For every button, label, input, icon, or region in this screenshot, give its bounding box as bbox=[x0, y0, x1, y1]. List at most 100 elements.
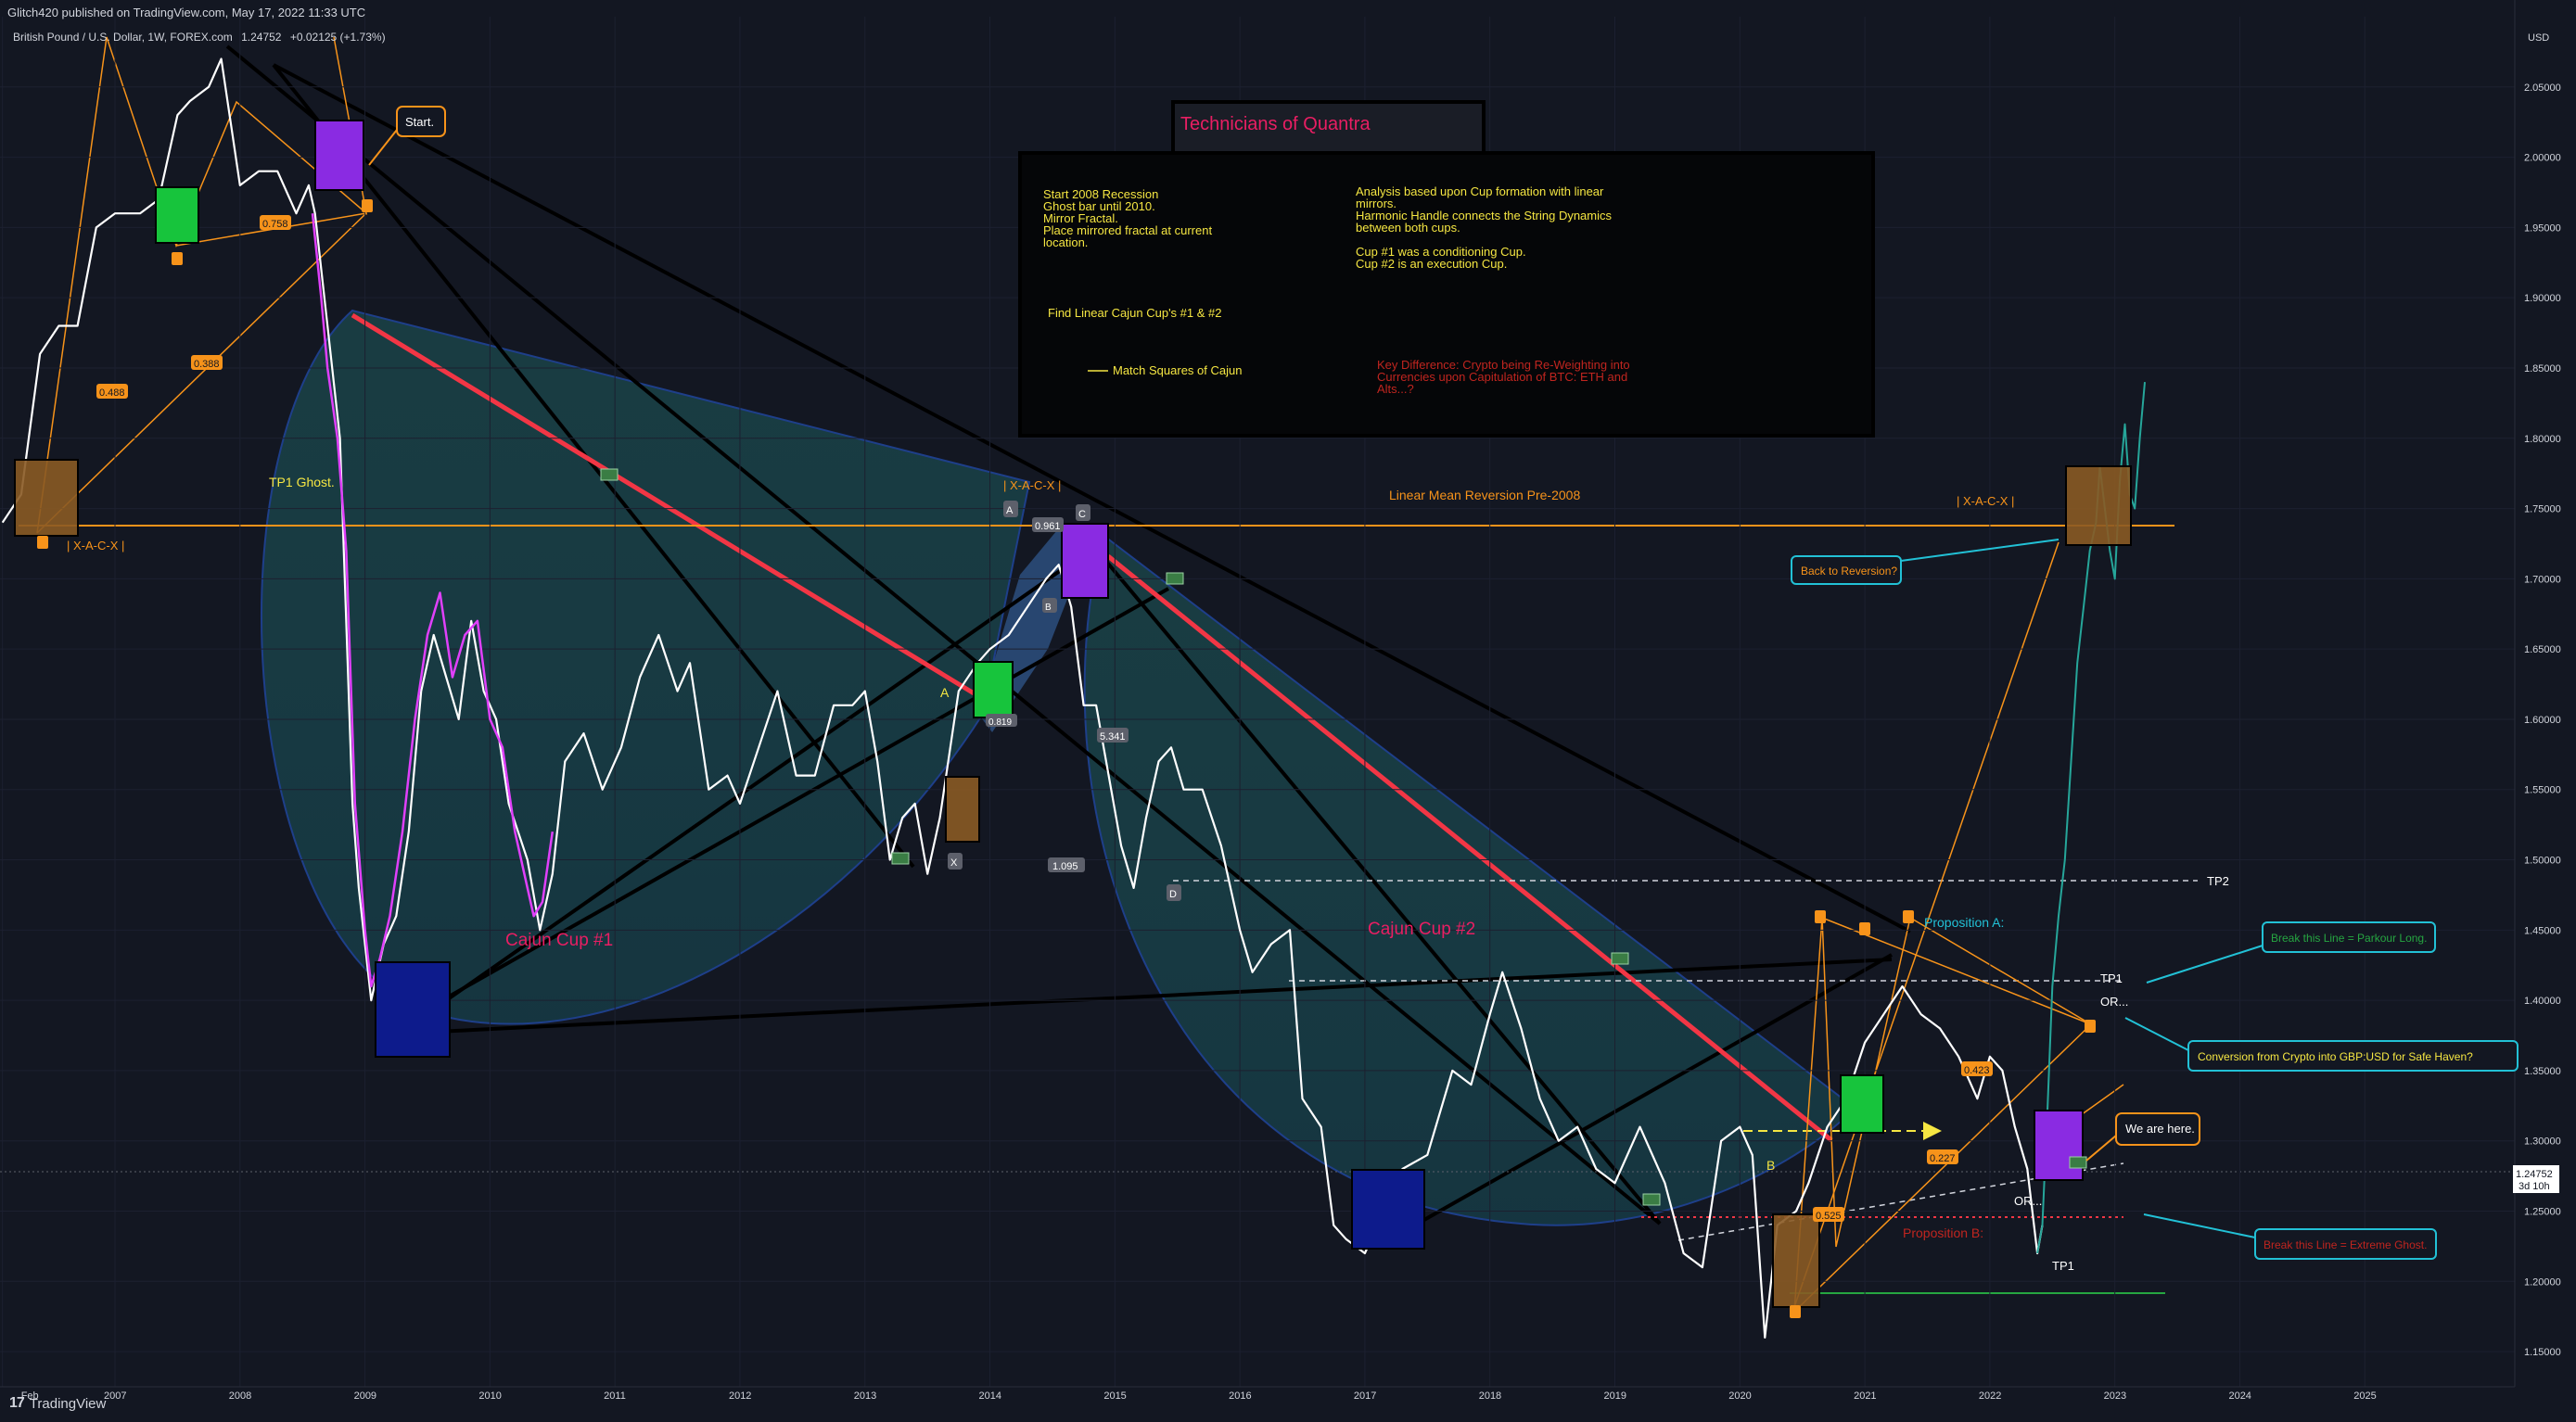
symbol-line: British Pound / U.S. Dollar, 1W, FOREX.c… bbox=[13, 31, 386, 44]
x-tick-label: 2007 bbox=[104, 1390, 126, 1402]
last-price-value: 1.24752 bbox=[2516, 1169, 2553, 1180]
x-tick-label: 2025 bbox=[2353, 1390, 2376, 1402]
y-axis-bg[interactable] bbox=[2515, 0, 2576, 1417]
ratio-0525[interactable]: 0.525 bbox=[1813, 1207, 1844, 1222]
badge-d-text: D bbox=[1169, 889, 1177, 900]
y-tick-label: 1.85000 bbox=[2524, 363, 2561, 375]
flag-icon bbox=[1166, 572, 1184, 585]
y-tick-label: 1.45000 bbox=[2524, 925, 2561, 936]
point-marker bbox=[1815, 910, 1826, 923]
note-line: Alts...? bbox=[1377, 382, 1414, 396]
y-tick-label: 1.15000 bbox=[2524, 1347, 2561, 1358]
y-tick-label: 1.95000 bbox=[2524, 222, 2561, 234]
badge-x-text: X bbox=[950, 857, 958, 869]
badge-b[interactable]: B bbox=[1042, 598, 1057, 613]
ratio-0488-text: 0.488 bbox=[99, 387, 125, 399]
ratio-0819[interactable]: 0.819 bbox=[986, 714, 1017, 728]
linear-mean-label: Linear Mean Reversion Pre-2008 bbox=[1389, 488, 1580, 502]
publisher-line: Glitch420 published on TradingView.com, … bbox=[7, 6, 366, 19]
badge-d[interactable]: D bbox=[1167, 884, 1181, 901]
break-ghost-callout[interactable]: Break this Line = Extreme Ghost. bbox=[2143, 1213, 2437, 1260]
y-tick-label: 1.40000 bbox=[2524, 996, 2561, 1007]
ratio-0423[interactable]: 0.423 bbox=[1961, 1061, 1993, 1076]
navy-box-2009[interactable] bbox=[375, 961, 451, 1058]
or-label-1: OR... bbox=[2100, 995, 2128, 1009]
x-tick-label: 2024 bbox=[2228, 1390, 2251, 1402]
cajun-cup-2-label: Cajun Cup #2 bbox=[1368, 920, 1475, 939]
ratio-1095[interactable]: 1.095 bbox=[1048, 857, 1085, 872]
x-tick-label: 2022 bbox=[1979, 1390, 2001, 1402]
proposition-b-label: Proposition B: bbox=[1903, 1225, 1983, 1240]
brown-box-2006[interactable] bbox=[14, 459, 79, 537]
ratio-0961[interactable]: 0.961 bbox=[1032, 517, 1064, 532]
tp1-ghost-label: TP1 Ghost. bbox=[269, 475, 335, 489]
brown-box-2022-target[interactable] bbox=[2065, 465, 2132, 546]
badge-a[interactable]: A bbox=[1003, 501, 1018, 517]
last-price-tag: 1.24752 3d 10h bbox=[2513, 1165, 2559, 1193]
brown-box-2013[interactable] bbox=[945, 776, 980, 843]
y-tick-label: 1.30000 bbox=[2524, 1136, 2561, 1148]
note-line: Cup #2 is an execution Cup. bbox=[1356, 257, 1507, 271]
tradingview-footer[interactable]: 17 TradingView bbox=[9, 1395, 106, 1412]
tp2-label: TP2 bbox=[2207, 874, 2229, 888]
green-box-2013[interactable] bbox=[973, 661, 1014, 718]
point-marker bbox=[2085, 1020, 2096, 1033]
purple-box-2022[interactable] bbox=[2034, 1110, 2084, 1181]
badge-x[interactable]: X bbox=[948, 853, 963, 870]
point-marker bbox=[172, 252, 183, 265]
x-tick-label: 2021 bbox=[1854, 1390, 1876, 1402]
x-tick-label: 2018 bbox=[1479, 1390, 1501, 1402]
note-line: Currencies upon Capitulation of BTC: ETH… bbox=[1377, 370, 1627, 384]
note-line: between both cups. bbox=[1356, 221, 1460, 235]
find-cups-text: Find Linear Cajun Cup's #1 & #2 bbox=[1048, 306, 1221, 320]
x-axis-bg[interactable] bbox=[0, 1387, 2576, 1417]
x-tick-label: 2011 bbox=[604, 1390, 626, 1402]
proposition-a-label: Proposition A: bbox=[1924, 915, 2004, 930]
ratio-0388[interactable]: 0.388 bbox=[191, 355, 223, 370]
flag-icon bbox=[1611, 952, 1629, 965]
green-box-2007[interactable] bbox=[155, 186, 199, 244]
ratio-0758[interactable]: 0.758 bbox=[260, 215, 291, 230]
x-tick-label: 2023 bbox=[2104, 1390, 2126, 1402]
last-price-countdown: 3d 10h bbox=[2519, 1181, 2550, 1192]
y-tick-label: 2.00000 bbox=[2524, 153, 2561, 164]
match-squares-text: Match Squares of Cajun bbox=[1113, 363, 1242, 377]
ratio-0488[interactable]: 0.488 bbox=[96, 384, 128, 399]
ratio-0819-text: 0.819 bbox=[988, 717, 1012, 728]
point-marker bbox=[1859, 922, 1870, 935]
green-box-2020[interactable] bbox=[1840, 1074, 1884, 1134]
price-chart[interactable]: 2.05000 2.00000 1.95000 1.90000 1.85000 1.800… bbox=[0, 0, 2576, 1417]
y-tick-label: 1.65000 bbox=[2524, 644, 2561, 655]
conversion-callout[interactable]: Conversion from Crypto into GBP:USD for … bbox=[2124, 1017, 2519, 1072]
we-are-here-callout[interactable]: We are here. bbox=[2085, 1112, 2200, 1162]
xacx-label-2: | X-A-C-X | bbox=[1003, 478, 1061, 492]
point-marker bbox=[1790, 1305, 1801, 1318]
start-callout[interactable]: Start. bbox=[368, 106, 446, 166]
x-tick-label: 2012 bbox=[729, 1390, 751, 1402]
point-a-yellow-label: A bbox=[940, 685, 950, 700]
point-marker bbox=[362, 199, 373, 212]
ratio-1095-text: 1.095 bbox=[1052, 861, 1078, 872]
symbol-name[interactable]: British Pound / U.S. Dollar, 1W, FOREX.c… bbox=[13, 31, 233, 44]
purple-box-2014[interactable] bbox=[1061, 523, 1109, 599]
badge-c[interactable]: C bbox=[1076, 504, 1090, 521]
ratio-0423-text: 0.423 bbox=[1964, 1065, 1990, 1076]
navy-box-2016[interactable] bbox=[1351, 1169, 1425, 1250]
purple-box-2008[interactable] bbox=[314, 120, 364, 191]
point-marker bbox=[37, 536, 48, 549]
flag-icon bbox=[1642, 1193, 1661, 1206]
badge-b-text: B bbox=[1045, 603, 1052, 613]
break-parkour-callout[interactable]: Break this Line = Parkour Long. bbox=[2146, 921, 2436, 984]
ratio-0758-text: 0.758 bbox=[262, 219, 288, 230]
ratio-0227[interactable]: 0.227 bbox=[1927, 1149, 1958, 1164]
chart-canvas[interactable]: 2.05000 2.00000 1.95000 1.90000 1.85000 1.800… bbox=[0, 0, 2576, 1417]
y-tick-label: 1.35000 bbox=[2524, 1066, 2561, 1077]
brown-box-2020[interactable] bbox=[1772, 1213, 1820, 1308]
x-tick-label: 2020 bbox=[1728, 1390, 1751, 1402]
back-to-reversion-callout[interactable]: Back to Reversion? bbox=[1791, 539, 2060, 585]
badge-c-text: C bbox=[1078, 509, 1086, 520]
badge-a-text: A bbox=[1006, 505, 1014, 516]
y-tick-label: 2.05000 bbox=[2524, 83, 2561, 94]
ratio-5341[interactable]: 5.341 bbox=[1097, 728, 1129, 743]
x-tick-label: 2008 bbox=[229, 1390, 251, 1402]
